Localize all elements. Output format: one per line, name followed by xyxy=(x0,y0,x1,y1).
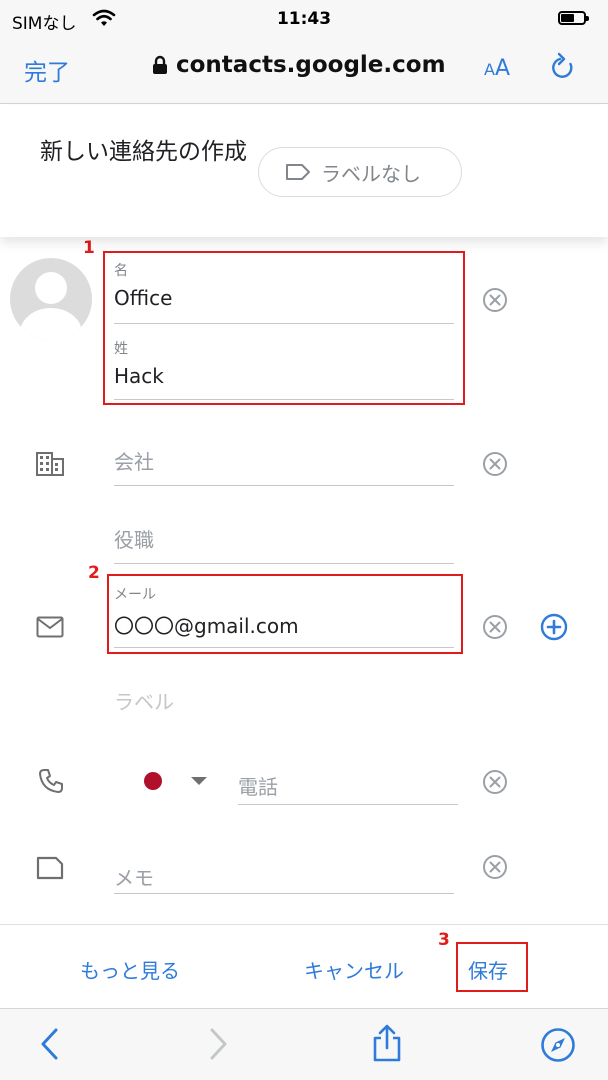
clear-phone-icon[interactable] xyxy=(482,769,508,795)
email-field[interactable]: メール 〇〇〇@gmail.com xyxy=(114,584,454,648)
mail-icon xyxy=(36,616,64,638)
battery-icon xyxy=(558,11,589,25)
clear-first-name-icon[interactable] xyxy=(482,287,508,313)
company-input[interactable]: 会社 xyxy=(114,446,454,486)
last-name-value: Hack xyxy=(114,364,164,388)
clear-company-icon[interactable] xyxy=(482,451,508,477)
notes-input[interactable]: メモ xyxy=(114,862,454,894)
last-name-field[interactable]: 姓 Hack xyxy=(114,338,454,400)
label-icon xyxy=(286,164,310,180)
email-label: メール xyxy=(114,587,156,603)
annotation-step-1: 1 xyxy=(83,238,95,258)
notes-placeholder: メモ xyxy=(114,866,154,890)
country-flag-button[interactable] xyxy=(140,770,220,794)
text-size-small-a: A xyxy=(484,60,495,79)
phone-placeholder: 電話 xyxy=(238,775,278,799)
page-title: 新しい連絡先の作成 xyxy=(40,139,247,165)
clear-email-icon[interactable] xyxy=(482,614,508,640)
back-icon[interactable] xyxy=(38,1027,62,1061)
clear-notes-icon[interactable] xyxy=(482,854,508,880)
phone-icon xyxy=(39,769,63,793)
email-value: 〇〇〇@gmail.com xyxy=(114,614,299,638)
last-name-label: 姓 xyxy=(114,341,128,357)
share-icon[interactable] xyxy=(370,1023,404,1063)
compass-icon[interactable] xyxy=(540,1027,576,1063)
company-placeholder: 会社 xyxy=(114,450,154,474)
text-size-button[interactable]: AA xyxy=(484,56,510,81)
browser-toolbar xyxy=(0,1008,608,1080)
url-text: contacts.google.com xyxy=(176,52,446,78)
building-icon xyxy=(36,452,64,476)
email-type-input[interactable]: ラベル xyxy=(114,686,454,726)
note-icon xyxy=(36,856,64,880)
text-size-large-a: A xyxy=(494,56,511,81)
annotation-step-3: 3 xyxy=(438,930,450,950)
browser-url-bar: 完了 contacts.google.com AA xyxy=(0,36,608,104)
label-chip-button[interactable]: ラベルなし xyxy=(258,147,462,197)
clock: 11:43 xyxy=(276,9,332,29)
address-field[interactable]: contacts.google.com xyxy=(152,52,446,78)
page-header: 新しい連絡先の作成 ラベルなし xyxy=(0,105,608,237)
avatar[interactable] xyxy=(10,258,92,340)
phone-input[interactable]: 電話 xyxy=(238,771,458,805)
chevron-down-icon xyxy=(191,777,207,785)
japan-flag-icon xyxy=(144,772,162,790)
add-email-icon[interactable] xyxy=(540,613,568,641)
lock-icon xyxy=(153,55,167,74)
cancel-button[interactable]: キャンセル xyxy=(304,955,404,984)
status-bar: SIMなし 11:43 xyxy=(0,0,608,36)
first-name-value: Office xyxy=(114,286,173,310)
reload-icon[interactable] xyxy=(548,52,578,88)
email-type-placeholder: ラベル xyxy=(114,690,174,714)
forward-icon[interactable] xyxy=(206,1027,230,1061)
annotation-step-2: 2 xyxy=(88,563,100,583)
done-button[interactable]: 完了 xyxy=(24,53,70,87)
label-chip-text: ラベルなし xyxy=(321,161,421,186)
first-name-field[interactable]: 名 Office xyxy=(114,260,454,324)
first-name-label: 名 xyxy=(114,263,128,279)
job-title-input[interactable]: 役職 xyxy=(114,524,454,564)
more-button[interactable]: もっと見る xyxy=(80,955,180,984)
annotation-box-save xyxy=(456,942,528,992)
job-title-placeholder: 役職 xyxy=(114,528,154,552)
